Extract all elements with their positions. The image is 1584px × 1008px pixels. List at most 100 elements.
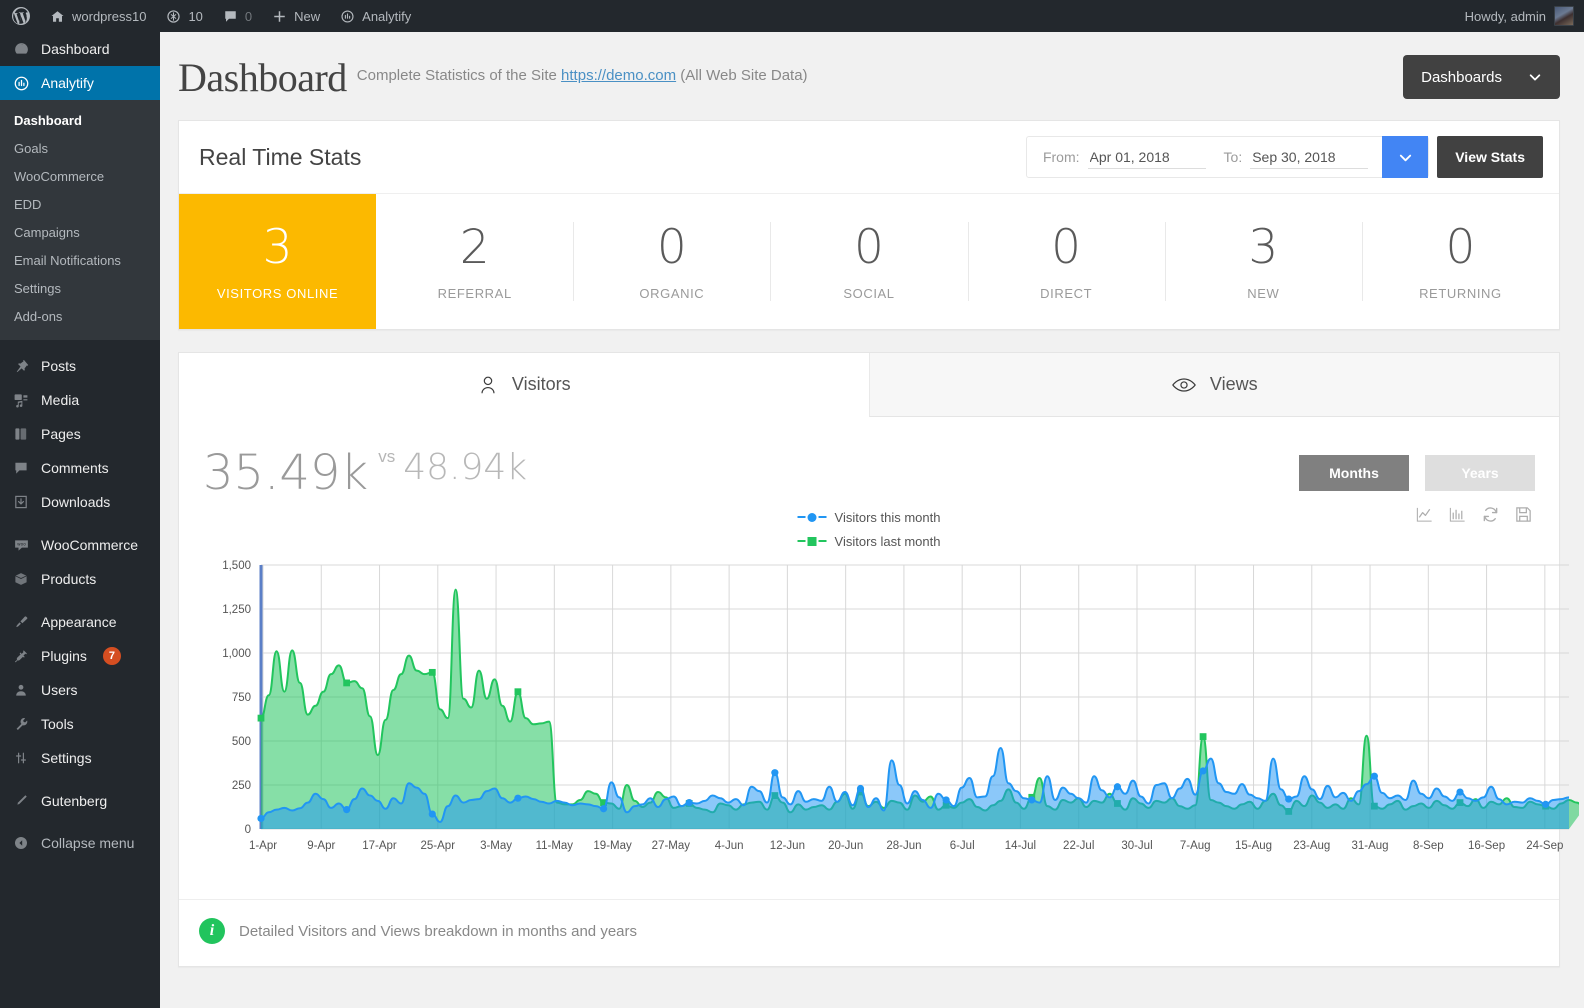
download-icon — [11, 494, 31, 510]
stat-card-visitors-online[interactable]: 3 VISITORS ONLINE — [179, 194, 377, 329]
legend-marker-circle-icon — [797, 512, 827, 522]
sidebar-item-posts[interactable]: Posts — [0, 349, 160, 383]
plug-icon — [11, 648, 31, 664]
line-chart-icon[interactable] — [1415, 505, 1434, 524]
stat-label: SOCIAL — [843, 286, 895, 301]
stat-card-returning[interactable]: 0 RETURNING — [1361, 194, 1559, 329]
sliders-icon — [11, 750, 31, 766]
save-icon[interactable] — [1514, 505, 1533, 524]
from-date-input[interactable] — [1087, 145, 1206, 169]
sidebar-item-downloads[interactable]: Downloads — [0, 485, 160, 519]
tab-visitors-label: Visitors — [511, 374, 571, 394]
new-content-menu[interactable]: New — [262, 0, 330, 32]
range-months-button[interactable]: Months — [1299, 455, 1409, 491]
stat-value: 0 — [854, 220, 884, 275]
stat-card-social[interactable]: 0 SOCIAL — [770, 194, 967, 329]
visitors-area-chart[interactable]: 0 250 500 750 1,000 1,250 1,500 1-Apr 9-Apr 17-Ap… — [179, 557, 1584, 877]
sidebar-item-dashboard[interactable]: Dashboard — [0, 32, 160, 66]
legend-item-this-month[interactable]: Visitors this month — [797, 505, 940, 529]
stat-value: 3 — [262, 220, 293, 275]
site-name-menu[interactable]: wordpress10 — [40, 0, 156, 32]
sidebar-item-appearance[interactable]: Appearance — [0, 605, 160, 639]
range-toggle-group: Months Years — [1299, 447, 1535, 491]
sidebar-subitem-email-notifications[interactable]: Email Notifications — [0, 247, 160, 275]
analytify-icon — [340, 9, 355, 24]
tab-views[interactable]: Views — [868, 353, 1559, 417]
sidebar-item-comments[interactable]: Comments — [0, 451, 160, 485]
sidebar-item-tools[interactable]: Tools — [0, 707, 160, 741]
sidebar-subitem-woocommerce[interactable]: WooCommerce — [0, 163, 160, 191]
realtime-title: Real Time Stats — [199, 143, 362, 170]
page-subtitle-post: (All Web Site Data) — [680, 66, 808, 84]
sidebar-item-woocommerce-label: WooCommerce — [41, 537, 138, 553]
updates-menu[interactable]: 10 — [156, 0, 212, 32]
stat-card-direct[interactable]: 0 DIRECT — [967, 194, 1165, 329]
sidebar-item-comments-label: Comments — [41, 460, 109, 476]
sidebar-item-media[interactable]: Media — [0, 383, 160, 417]
svg-text:15-Aug: 15-Aug — [1235, 840, 1272, 852]
sidebar-item-woocommerce[interactable]: woo WooCommerce — [0, 528, 160, 562]
legend-item-last-month[interactable]: Visitors last month — [797, 529, 941, 553]
from-label: From: — [1042, 149, 1080, 165]
brush-icon — [11, 614, 31, 630]
sidebar-subitem-goals[interactable]: Goals — [0, 135, 160, 163]
date-range-dropdown-button[interactable] — [1382, 136, 1429, 178]
legend-marker-square-icon — [797, 536, 827, 546]
stat-card-referral[interactable]: 2 REFERRAL — [376, 194, 573, 329]
svg-text:9-Apr: 9-Apr — [307, 840, 335, 852]
sidebar-item-gutenberg[interactable]: Gutenberg — [0, 784, 160, 818]
wordpress-logo-menu[interactable] — [0, 0, 40, 32]
stat-card-new[interactable]: 3 NEW — [1164, 194, 1362, 329]
refresh-icon[interactable] — [1481, 505, 1500, 524]
sidebar-subitem-campaigns[interactable]: Campaigns — [0, 219, 160, 247]
legend-label: Visitors last month — [834, 533, 941, 549]
sidebar-item-media-label: Media — [41, 392, 80, 408]
dashboard-icon — [11, 41, 31, 58]
main-content: Dashboard Complete Statistics of the Sit… — [160, 32, 1584, 1008]
sidebar-item-users[interactable]: Users — [0, 673, 160, 707]
svg-text:3-May: 3-May — [480, 840, 512, 852]
realtime-stat-cards: 3 VISITORS ONLINE 2 REFERRAL 0 ORGANIC 0… — [179, 193, 1559, 329]
dashboards-dropdown-button[interactable]: Dashboards — [1403, 55, 1560, 99]
account-menu[interactable]: Howdy, admin — [1465, 6, 1584, 26]
sidebar-item-plugins[interactable]: Plugins 7 — [0, 639, 160, 673]
menu-separator — [0, 775, 160, 784]
to-date-input[interactable] — [1250, 145, 1369, 169]
sidebar-item-settings[interactable]: Settings — [0, 741, 160, 775]
svg-text:500: 500 — [232, 736, 251, 748]
bar-chart-icon[interactable] — [1448, 505, 1467, 524]
sidebar-item-analytify[interactable]: Analytify — [0, 66, 168, 100]
eye-icon — [1171, 374, 1197, 396]
svg-text:30-Jul: 30-Jul — [1121, 840, 1152, 852]
visitors-chart-panel: Visitors Views 35.49k vs 48.94k Months Y… — [178, 352, 1584, 967]
svg-text:23-Aug: 23-Aug — [1293, 840, 1330, 852]
sidebar-subitem-settings[interactable]: Settings — [0, 275, 160, 303]
svg-text:750: 750 — [232, 692, 251, 704]
home-icon — [50, 9, 65, 24]
svg-text:6-Jul: 6-Jul — [950, 840, 975, 852]
chart-legend: Visitors this month Visitors last month — [797, 505, 941, 553]
realtime-stats-panel: Real Time Stats From: To: View Stats 3 V… — [178, 120, 1560, 330]
sidebar-item-pages-label: Pages — [41, 426, 81, 442]
stat-value: 0 — [1445, 220, 1476, 275]
svg-text:27-May: 27-May — [652, 840, 691, 852]
page-subtitle: Complete Statistics of the Site https://… — [357, 67, 808, 88]
sidebar-item-pages[interactable]: Pages — [0, 417, 160, 451]
svg-text:25-Apr: 25-Apr — [421, 840, 456, 852]
svg-text:12-Jun: 12-Jun — [770, 840, 805, 852]
sidebar-subitem-dashboard[interactable]: Dashboard — [0, 107, 160, 135]
comments-menu[interactable]: 0 — [213, 0, 262, 32]
wordpress-logo-icon — [11, 6, 31, 26]
stat-card-organic[interactable]: 0 ORGANIC — [573, 194, 770, 329]
sidebar-item-products[interactable]: Products — [0, 562, 160, 596]
site-url-link[interactable]: https://demo.com — [561, 67, 676, 84]
sidebar-subitem-edd[interactable]: EDD — [0, 191, 160, 219]
analytify-adminbar-menu[interactable]: Analytify — [330, 0, 421, 32]
view-stats-button[interactable]: View Stats — [1437, 136, 1543, 178]
tab-views-label: Views — [1209, 374, 1258, 394]
range-years-button[interactable]: Years — [1425, 455, 1535, 491]
sidebar-subitem-addons[interactable]: Add-ons — [0, 303, 160, 331]
collapse-menu-button[interactable]: Collapse menu — [0, 826, 160, 860]
tab-visitors[interactable]: Visitors — [179, 353, 869, 417]
svg-text:7-Aug: 7-Aug — [1180, 840, 1211, 852]
